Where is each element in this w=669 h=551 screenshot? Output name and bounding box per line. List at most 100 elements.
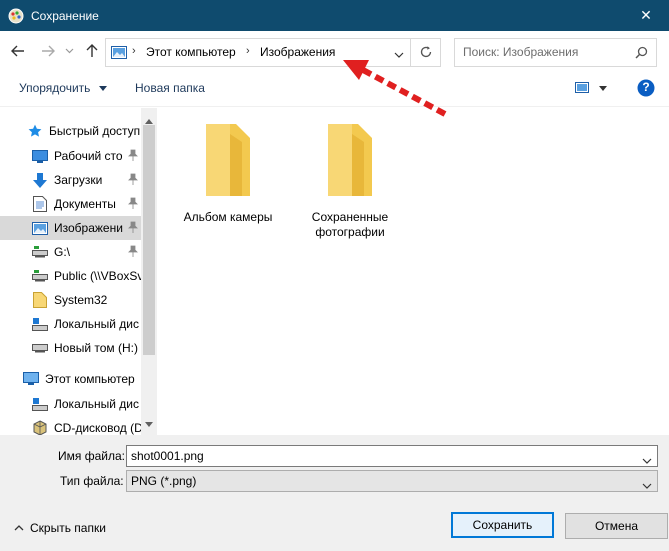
- nav-this-pc[interactable]: Этот компьютер: [0, 367, 141, 391]
- nav-item-local-disk[interactable]: Локальный дис: [0, 312, 141, 336]
- nav-item-label: Рабочий сто: [54, 149, 123, 163]
- network-share-icon: [32, 268, 48, 284]
- nav-scrollbar[interactable]: [141, 108, 157, 435]
- pin-icon: [128, 245, 138, 260]
- pin-icon: [128, 173, 138, 188]
- nav-item-label: Public (\\VBoxSv: [54, 269, 141, 283]
- organize-label: Упорядочить: [19, 81, 91, 95]
- folder-icon: [32, 292, 48, 308]
- close-button[interactable]: ✕: [623, 0, 669, 31]
- folder-item-saved-pictures[interactable]: Сохраненные фотографии: [300, 120, 400, 240]
- caret-down-icon: [98, 86, 107, 92]
- help-button[interactable]: ?: [637, 79, 655, 100]
- computer-icon: [23, 371, 39, 387]
- nav-pc-cd-drive[interactable]: CD-дисковод (D: [0, 416, 141, 435]
- cancel-button[interactable]: Отмена: [565, 513, 668, 539]
- documents-icon: [32, 196, 48, 212]
- app-icon: [8, 8, 24, 24]
- nav-item-pictures[interactable]: Изображени: [0, 216, 141, 240]
- nav-item-label: CD-дисковод (D: [54, 421, 141, 435]
- recent-locations-button[interactable]: [62, 41, 76, 61]
- window-title: Сохранение: [31, 8, 99, 23]
- local-disk-icon: [32, 316, 48, 332]
- star-icon: [27, 123, 43, 139]
- forward-button[interactable]: [38, 41, 58, 61]
- search-input[interactable]: Поиск: Изображения: [454, 38, 657, 67]
- chevron-down-icon: [65, 48, 73, 54]
- close-icon: ✕: [640, 7, 652, 23]
- filename-label: Имя файла:: [58, 449, 125, 463]
- search-icon: [635, 46, 648, 62]
- new-folder-button[interactable]: Новая папка: [135, 81, 205, 95]
- back-button[interactable]: [8, 41, 28, 61]
- change-view-button[interactable]: [574, 80, 608, 99]
- pictures-location-icon: [111, 46, 127, 62]
- organize-menu[interactable]: Упорядочить: [19, 81, 107, 95]
- nav-item-label: Локальный дис: [54, 397, 139, 411]
- nav-item-desktop[interactable]: Рабочий сто: [0, 144, 141, 168]
- nav-item-label: G:\: [54, 245, 71, 259]
- nav-item-label: Документы: [54, 197, 116, 211]
- hide-folders-label: Скрыть папки: [30, 521, 106, 535]
- local-disk-icon: [32, 396, 48, 412]
- nav-item-label: Новый том (H:): [54, 341, 138, 355]
- pictures-icon: [32, 220, 48, 236]
- pin-icon: [128, 197, 138, 212]
- help-glyph: ?: [642, 80, 650, 94]
- breadcrumb-separator: ›: [132, 45, 136, 57]
- nav-quick-access-label: Быстрый доступ: [49, 124, 141, 138]
- nav-pc-local-disk[interactable]: Локальный дис: [0, 392, 141, 416]
- nav-item-downloads[interactable]: Загрузки: [0, 168, 141, 192]
- breadcrumb-separator: ›: [246, 45, 250, 57]
- nav-quick-access[interactable]: Быстрый доступ: [0, 119, 141, 143]
- cd-drive-icon: [32, 420, 48, 435]
- chevron-down-icon: [642, 458, 652, 464]
- view-icon: [575, 82, 607, 93]
- folder-name: Сохраненные фотографии: [311, 210, 389, 239]
- filetype-dropdown[interactable]: [642, 478, 652, 492]
- navigation-pane[interactable]: Быстрый доступ Рабочий сто Загрузки Доку…: [0, 108, 157, 435]
- filename-value: shot0001.png: [131, 449, 204, 463]
- drive-icon: [32, 340, 48, 356]
- downloads-icon: [32, 172, 48, 188]
- arrow-up-icon: [86, 44, 98, 57]
- breadcrumb-this-pc[interactable]: Этот компьютер: [146, 45, 236, 59]
- pin-icon: [128, 149, 138, 164]
- folder-icon: [328, 124, 372, 196]
- save-button[interactable]: Сохранить: [451, 512, 554, 538]
- breadcrumb-pictures[interactable]: Изображения: [260, 45, 335, 59]
- nav-item-g-drive[interactable]: G:\: [0, 240, 141, 264]
- filetype-label: Тип файла:: [60, 474, 124, 488]
- pin-icon: [128, 221, 138, 236]
- chevron-up-icon: [14, 525, 24, 531]
- nav-item-label: Изображени: [54, 221, 123, 235]
- nav-item-label: Локальный дис: [54, 317, 139, 331]
- save-options-panel: Имя файла: shot0001.png Тип файла: PNG (…: [0, 435, 669, 551]
- filename-input[interactable]: shot0001.png: [126, 445, 658, 467]
- nav-scrollbar-thumb[interactable]: [143, 125, 155, 355]
- filetype-select[interactable]: PNG (*.png): [126, 470, 658, 492]
- nav-item-new-volume[interactable]: Новый том (H:): [0, 336, 141, 360]
- nav-item-label: Загрузки: [54, 173, 103, 187]
- desktop-icon: [32, 148, 48, 164]
- network-drive-icon: [32, 244, 48, 260]
- annotation-arrow-icon: [343, 60, 447, 117]
- nav-item-system32[interactable]: System32: [0, 288, 141, 312]
- nav-item-public-share[interactable]: Public (\\VBoxSv: [0, 264, 141, 288]
- nav-item-documents[interactable]: Документы: [0, 192, 141, 216]
- title-bar: Сохранение ✕: [0, 0, 669, 31]
- arrow-right-icon: [42, 45, 55, 57]
- file-list[interactable]: Альбом камеры Сохраненные фотографии: [158, 108, 669, 435]
- arrow-left-icon: [11, 45, 24, 57]
- folder-item-camera-roll[interactable]: Альбом камеры: [178, 120, 278, 225]
- scroll-down-icon[interactable]: [145, 416, 153, 430]
- search-placeholder: Поиск: Изображения: [463, 45, 579, 59]
- folder-icon: [206, 124, 250, 196]
- hide-folders-toggle[interactable]: Скрыть папки: [14, 521, 106, 535]
- chevron-down-icon: [642, 483, 652, 489]
- folder-name: Альбом камеры: [183, 210, 273, 224]
- nav-item-label: System32: [54, 293, 108, 307]
- filetype-value: PNG (*.png): [131, 474, 197, 488]
- filename-history-dropdown[interactable]: [642, 453, 652, 467]
- up-button[interactable]: [82, 41, 102, 61]
